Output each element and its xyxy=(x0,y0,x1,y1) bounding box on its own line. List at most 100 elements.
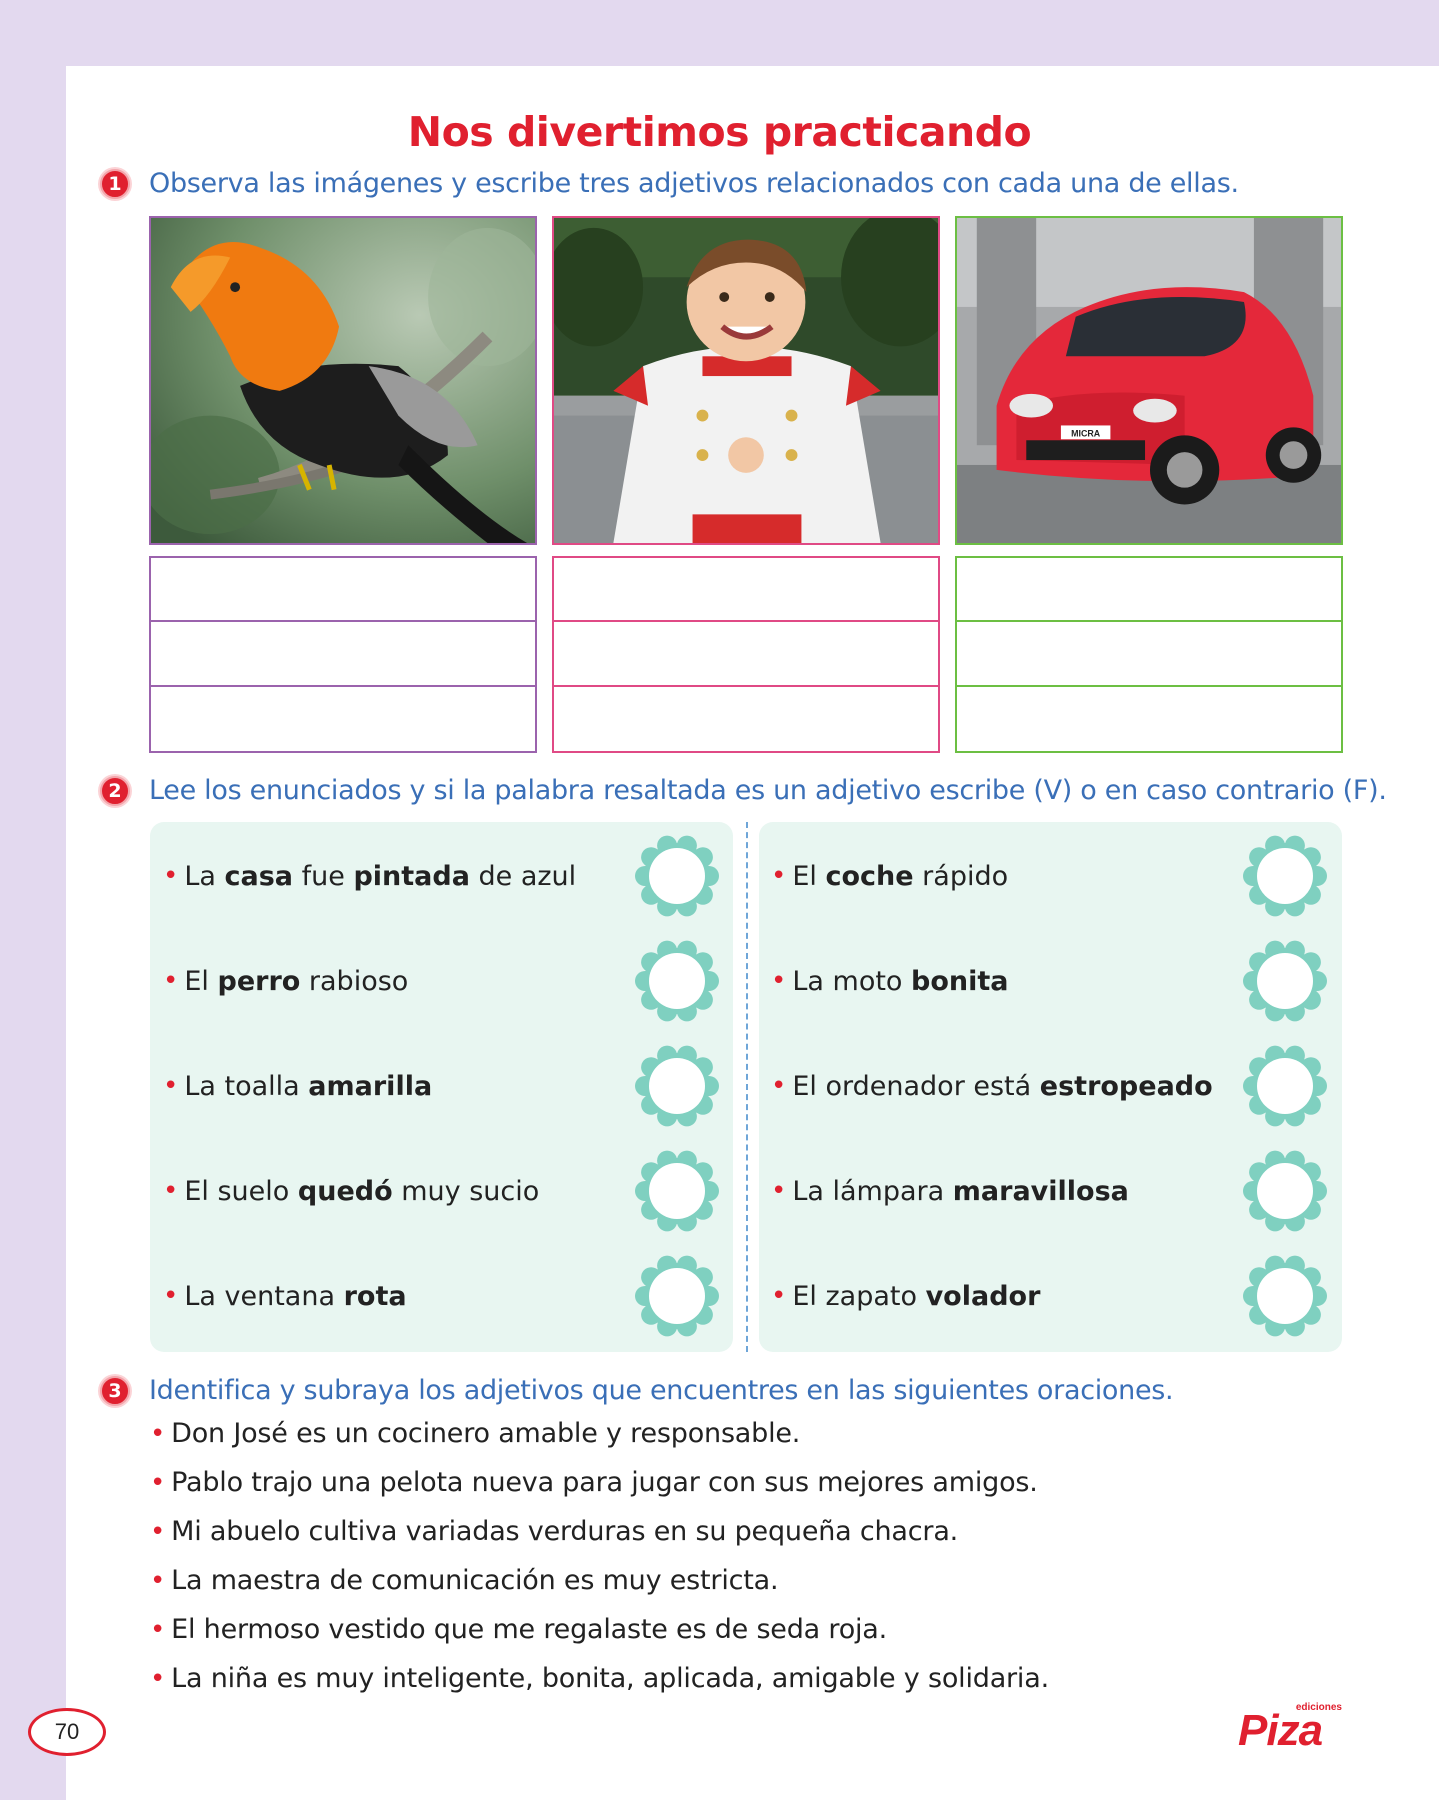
highlighted-word: perro xyxy=(217,965,301,997)
vf-statement: • El ordenador está estropeado xyxy=(771,1062,1213,1110)
bullet: • xyxy=(150,1614,166,1645)
exercise-1-number: 1 xyxy=(100,168,130,199)
bullet: • xyxy=(163,966,179,996)
statement-text: rápido xyxy=(913,860,1009,892)
vf-statement: • El suelo quedó muy sucio xyxy=(163,1167,539,1215)
sentence-text[interactable]: El hermoso vestido que me regalaste es d… xyxy=(171,1614,887,1645)
statement-text: La ventana xyxy=(184,1280,344,1312)
answer-circle-flower-icon[interactable] xyxy=(634,1253,720,1339)
answer-line[interactable] xyxy=(957,687,1341,751)
statement-text: La lámpara xyxy=(792,1175,953,1207)
highlighted-word: coche xyxy=(825,860,914,892)
statement-text: El suelo xyxy=(184,1175,298,1207)
highlighted-word: bonita xyxy=(911,965,1009,997)
page-number: 70 xyxy=(28,1708,106,1756)
highlighted-word: estropeado xyxy=(1039,1070,1213,1102)
bullet: • xyxy=(150,1467,166,1498)
answer-circle-flower-icon[interactable] xyxy=(1242,1043,1328,1129)
panel-divider xyxy=(746,822,748,1352)
statement-text: La moto xyxy=(792,965,912,997)
answer-grid-bird xyxy=(149,556,537,753)
exercise-3-instruction: 3 Identifica y subraya los adjetivos que… xyxy=(100,1375,1174,1406)
vf-statement: • La toalla amarilla xyxy=(163,1062,432,1110)
answer-circle-flower-icon[interactable] xyxy=(1242,833,1328,919)
answer-line[interactable] xyxy=(151,687,535,751)
bullet: • xyxy=(163,861,179,891)
answer-grid-car xyxy=(955,556,1343,753)
highlighted-word: volador xyxy=(925,1280,1041,1312)
exercise-2-text: Lee los enunciados y si la palabra resal… xyxy=(149,775,1387,806)
bullet: • xyxy=(150,1565,166,1596)
top-band xyxy=(0,0,1439,66)
statement-text: El xyxy=(184,965,218,997)
publisher-logo: ediciones Piza xyxy=(1238,1700,1344,1755)
left-band xyxy=(0,0,66,1800)
answer-circle-flower-icon[interactable] xyxy=(634,833,720,919)
vf-statement: • El perro rabioso xyxy=(163,957,408,1005)
answer-circle-flower-icon[interactable] xyxy=(634,938,720,1024)
car-image: MICRA xyxy=(955,216,1343,545)
answer-circle-flower-icon[interactable] xyxy=(1242,1148,1328,1234)
bullet: • xyxy=(163,1071,179,1101)
sentence-item: • La maestra de comunicación es muy estri… xyxy=(150,1565,779,1596)
child-image xyxy=(552,216,940,545)
sentence-text[interactable]: Don José es un cocinero amable y respons… xyxy=(171,1418,800,1449)
page-title: Nos divertimos practicando xyxy=(407,108,1032,156)
highlighted-word: maravillosa xyxy=(952,1175,1129,1207)
answer-line[interactable] xyxy=(554,687,938,751)
sentence-item: • Mi abuelo cultiva variadas verduras en … xyxy=(150,1516,958,1547)
highlighted-word: casa xyxy=(224,860,294,892)
statement-text: El xyxy=(792,860,826,892)
sentence-text[interactable]: La niña es muy inteligente, bonita, apli… xyxy=(171,1663,1049,1694)
sentence-item: • La niña es muy inteligente, bonita, apl… xyxy=(150,1663,1049,1694)
exercise-3-number: 3 xyxy=(100,1375,130,1406)
highlighted-word: rota xyxy=(343,1280,407,1312)
answer-line[interactable] xyxy=(554,622,938,687)
bullet: • xyxy=(771,861,787,891)
bullet: • xyxy=(150,1418,166,1449)
vf-statement: • El zapato volador xyxy=(771,1272,1040,1320)
vf-statement: • La casa fue pintada de azul xyxy=(163,852,576,900)
answer-line[interactable] xyxy=(151,622,535,687)
bullet: • xyxy=(150,1516,166,1547)
sentence-item: • Don José es un cocinero amable y respon… xyxy=(150,1418,800,1449)
exercise-1-instruction: 1 Observa las imágenes y escribe tres ad… xyxy=(100,168,1239,199)
sentence-item: • El hermoso vestido que me regalaste es … xyxy=(150,1614,887,1645)
bullet: • xyxy=(163,1281,179,1311)
exercise-1-text: Observa las imágenes y escribe tres adje… xyxy=(149,168,1239,199)
statement-text: La xyxy=(184,860,225,892)
answer-circle-flower-icon[interactable] xyxy=(634,1043,720,1129)
statement-text: El zapato xyxy=(792,1280,926,1312)
statement-text: La toalla xyxy=(184,1070,309,1102)
exercise-2-number: 2 xyxy=(100,775,130,806)
sentence-text[interactable]: Pablo trajo una pelota nueva para jugar … xyxy=(171,1467,1038,1498)
answer-line[interactable] xyxy=(957,558,1341,623)
statement-text: fue xyxy=(293,860,354,892)
exercise-2-instruction: 2 Lee los enunciados y si la palabra res… xyxy=(100,775,1387,806)
sentence-text[interactable]: Mi abuelo cultiva variadas verduras en s… xyxy=(171,1516,958,1547)
vf-statement: • El coche rápido xyxy=(771,852,1008,900)
answer-circle-flower-icon[interactable] xyxy=(1242,1253,1328,1339)
sentence-item: • Pablo trajo una pelota nueva para jugar… xyxy=(150,1467,1038,1498)
bullet: • xyxy=(771,1071,787,1101)
statement-text: de azul xyxy=(469,860,577,892)
answer-line[interactable] xyxy=(151,558,535,623)
exercise-3-text: Identifica y subraya los adjetivos que e… xyxy=(149,1375,1174,1406)
statement-text: muy sucio xyxy=(392,1175,540,1207)
answer-line[interactable] xyxy=(957,622,1341,687)
answer-line[interactable] xyxy=(554,558,938,623)
vf-statement: • La ventana rota xyxy=(163,1272,407,1320)
statement-text: rabioso xyxy=(300,965,409,997)
bullet: • xyxy=(163,1176,179,1206)
answer-grid-child xyxy=(552,556,940,753)
statement-text: El ordenador está xyxy=(792,1070,1040,1102)
answer-circle-flower-icon[interactable] xyxy=(1242,938,1328,1024)
highlighted-word: amarilla xyxy=(308,1070,433,1102)
logo-brand-text: Piza xyxy=(1238,1706,1323,1755)
bullet: • xyxy=(771,1176,787,1206)
answer-circle-flower-icon[interactable] xyxy=(634,1148,720,1234)
vf-statement: • La moto bonita xyxy=(771,957,1009,1005)
sentence-text[interactable]: La maestra de comunicación es muy estric… xyxy=(171,1565,778,1596)
bullet: • xyxy=(771,966,787,996)
bird-image xyxy=(149,216,537,545)
